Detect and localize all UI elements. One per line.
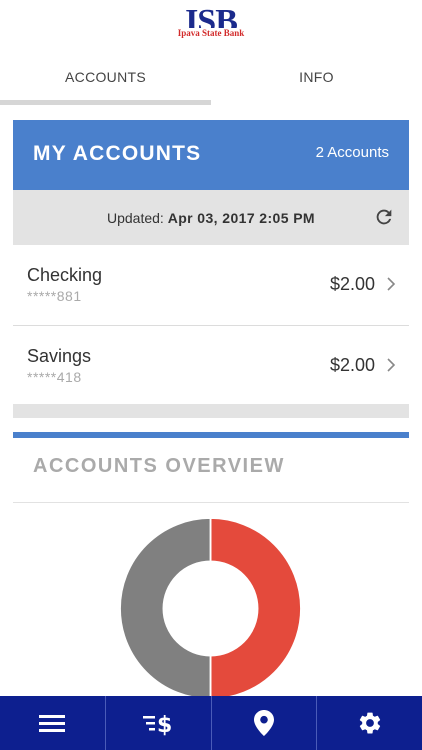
my-accounts-title: MY ACCOUNTS [33, 142, 202, 165]
logo-subtitle: Ipava State Bank [167, 28, 255, 38]
updated-bar: Updated: Apr 03, 2017 2:05 PM [13, 190, 409, 245]
bank-logo: ISB Ipava State Bank [167, 4, 255, 48]
nav-transfer[interactable]: $ [106, 696, 212, 750]
account-name: Checking [27, 265, 103, 285]
accounts-count: 2 Accounts [315, 144, 389, 161]
account-balance: $2.00 [329, 274, 375, 294]
location-pin-icon [253, 710, 274, 736]
svg-text:$: $ [157, 713, 172, 736]
updated-label: Updated: [106, 210, 164, 226]
account-number: *****418 [27, 369, 82, 385]
overview-accent-line [13, 432, 409, 438]
header: ISB Ipava State Bank [0, 0, 422, 48]
accounts-donut-chart [120, 518, 301, 699]
tab-bar: ACCOUNTS INFO [0, 56, 422, 106]
updated-value: Apr 03, 2017 2:05 PM [167, 210, 315, 226]
gear-icon [359, 712, 380, 734]
donut-segment-checking [209, 518, 301, 699]
refresh-icon[interactable] [373, 206, 395, 228]
overview-divider [13, 502, 409, 503]
accounts-card-footer [13, 404, 409, 418]
account-balance: $2.00 [329, 355, 375, 375]
chevron-right-icon [387, 358, 396, 372]
tab-accounts[interactable]: ACCOUNTS [0, 56, 211, 100]
bottom-nav: $ [0, 696, 422, 750]
chevron-right-icon [387, 277, 396, 291]
account-number: *****881 [27, 288, 82, 304]
account-row-checking[interactable]: Checking *****881 $2.00 [13, 245, 409, 326]
account-name: Savings [27, 346, 92, 366]
account-row-savings[interactable]: Savings *****418 $2.00 [13, 326, 409, 406]
donut-segment-savings [120, 518, 212, 699]
my-accounts-header: MY ACCOUNTS 2 Accounts [13, 120, 409, 190]
nav-settings[interactable] [317, 696, 422, 750]
nav-menu[interactable] [0, 696, 106, 750]
menu-icon [39, 715, 66, 732]
updated-timestamp: Updated: Apr 03, 2017 2:05 PM [13, 210, 409, 226]
active-tab-indicator [0, 100, 211, 105]
transfer-icon: $ [143, 713, 172, 736]
tab-info[interactable]: INFO [211, 56, 422, 100]
nav-location[interactable] [212, 696, 318, 750]
overview-title: ACCOUNTS OVERVIEW [33, 455, 285, 477]
